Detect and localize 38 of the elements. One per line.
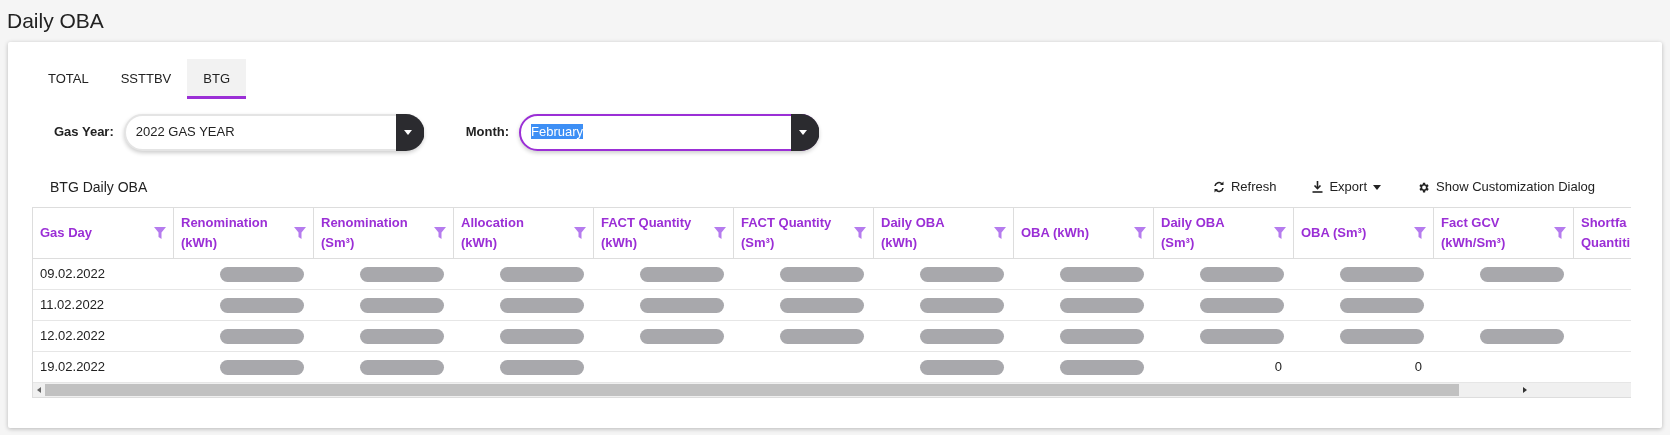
filter-icon[interactable] <box>1554 227 1566 239</box>
page-title: Daily OBA <box>7 8 104 35</box>
table-cell-text: 11.02.2022 <box>39 296 106 315</box>
dropdown-field[interactable]: 2022 GAS YEAR <box>123 113 424 151</box>
filter-icon[interactable] <box>854 227 866 239</box>
filter-icon[interactable] <box>154 227 166 239</box>
download-icon <box>1312 181 1324 193</box>
filter-icon[interactable] <box>994 227 1006 239</box>
field-label: Month: <box>465 123 510 142</box>
filter-icon[interactable] <box>574 227 586 239</box>
field-label: Gas Year: <box>54 123 114 142</box>
table-cell-text: 12.02.2022 <box>39 327 107 346</box>
caret-icon <box>1373 184 1382 190</box>
grid-title: BTG Daily OBA <box>50 177 149 197</box>
table-cell-text: 0 <box>1273 358 1283 377</box>
table-cell-text: 19.02.2022 <box>39 358 107 377</box>
filter-icon[interactable] <box>714 227 726 239</box>
dropdown-button[interactable] <box>791 113 820 151</box>
table-cell-text: 0 <box>1413 358 1423 377</box>
toolbar-button[interactable]: Show Customization Dialog <box>1417 177 1595 197</box>
filter-icon[interactable] <box>1134 227 1146 239</box>
filter-icon[interactable] <box>1414 227 1426 239</box>
settings-icon <box>1417 180 1431 194</box>
horizontal-scrollbar[interactable] <box>33 383 1631 397</box>
dropdown-button[interactable] <box>395 113 424 151</box>
tab[interactable]: TOTAL <box>32 59 105 99</box>
tab[interactable]: SSTTBV <box>104 59 188 99</box>
tab[interactable]: BTG <box>187 59 246 99</box>
table-cell-text: 09.02.2022 <box>39 265 107 284</box>
dropdown-value: February <box>531 123 585 142</box>
dropdown-value: 2022 GAS YEAR <box>135 123 236 142</box>
filter-icon[interactable] <box>434 227 446 239</box>
filter-icon[interactable] <box>1274 227 1286 239</box>
refresh-icon <box>1212 181 1225 193</box>
dropdown-field[interactable]: February <box>519 113 820 151</box>
toolbar-button[interactable]: Refresh <box>1212 177 1277 197</box>
toolbar-button[interactable]: Export <box>1312 177 1382 197</box>
filter-icon[interactable] <box>294 227 306 239</box>
